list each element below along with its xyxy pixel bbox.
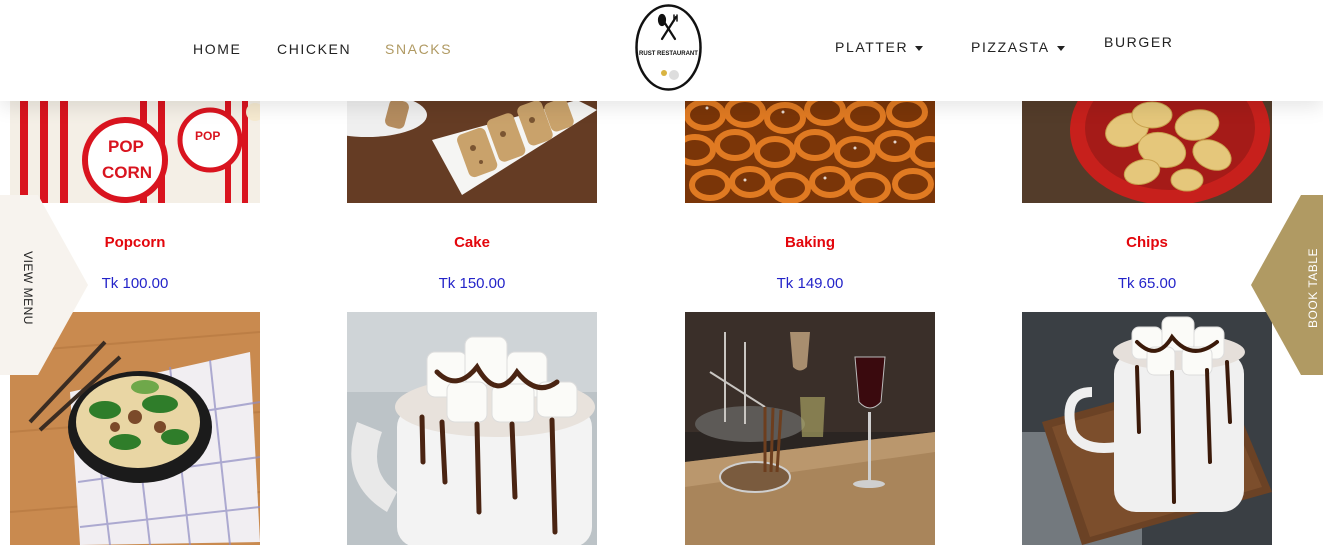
nav-pizzasta[interactable]: PIZZASTA [971, 39, 1065, 55]
nav-platter[interactable]: PLATTER [835, 39, 924, 55]
nav-home[interactable]: HOME [193, 41, 241, 57]
view-menu-label: VIEW MENU [21, 251, 35, 325]
baking-image[interactable] [685, 100, 935, 203]
view-menu-tab[interactable]: VIEW MENU [0, 195, 90, 375]
restaurant-logo[interactable]: RUST RESTAURANT [634, 3, 703, 92]
hot-chocolate-2-image[interactable] [1022, 312, 1272, 545]
hot-chocolate-image[interactable] [347, 312, 597, 545]
logo-text: RUST RESTAURANT [639, 51, 698, 57]
nav-burger[interactable]: BURGER [1104, 34, 1174, 50]
product-name[interactable]: Baking [655, 234, 965, 251]
nav-chicken[interactable]: CHICKEN [277, 41, 351, 57]
popcorn-image[interactable]: POP CORN POP [10, 100, 260, 203]
chips-image[interactable] [1022, 100, 1272, 203]
product-price: Tk 150.00 [438, 275, 506, 292]
cake-image[interactable] [347, 100, 597, 203]
nav-platter-label: PLATTER [835, 39, 909, 55]
site-header: HOME CHICKEN SNACKS RUST RESTAURANT PLAT… [0, 0, 1323, 101]
nav-snacks[interactable]: SNACKS [385, 41, 452, 57]
wine-image[interactable] [685, 312, 935, 545]
book-table-label: BOOK TABLE [1306, 248, 1320, 328]
nav-pizzasta-label: PIZZASTA [971, 39, 1050, 55]
book-table-tab[interactable]: BOOK TABLE [1251, 195, 1323, 375]
product-name[interactable]: Cake [317, 234, 627, 251]
chevron-down-icon [1056, 45, 1065, 51]
chevron-down-icon [915, 45, 924, 51]
svg-text:CORN: CORN [102, 163, 152, 182]
svg-text:POP: POP [108, 137, 144, 156]
product-price: Tk 149.00 [776, 275, 844, 292]
svg-text:POP: POP [195, 129, 220, 143]
